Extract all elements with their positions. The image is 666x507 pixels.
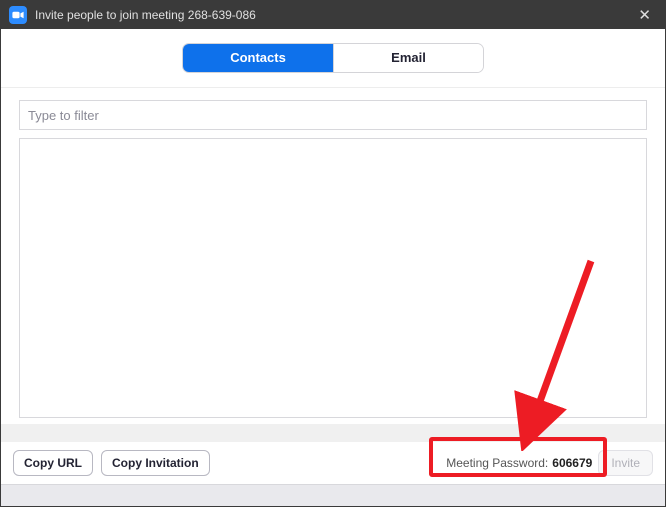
footer: Copy URL Copy Invitation Meeting Passwor… [1, 442, 665, 484]
titlebar: Invite people to join meeting 268-639-08… [1, 1, 665, 29]
bottom-strip [1, 484, 665, 506]
meeting-password-label: Meeting Password: [446, 456, 548, 470]
invite-tabs: Contacts Email [182, 43, 484, 73]
tab-contacts[interactable]: Contacts [183, 44, 333, 72]
close-icon[interactable]: ✕ [632, 6, 657, 24]
window-title: Invite people to join meeting 268-639-08… [35, 8, 632, 22]
filter-input[interactable] [19, 100, 647, 130]
meeting-password: Meeting Password: 606679 [446, 456, 592, 470]
copy-url-button[interactable]: Copy URL [13, 450, 93, 476]
zoom-app-icon [9, 6, 27, 24]
content-area [1, 88, 665, 424]
contacts-list[interactable] [19, 138, 647, 418]
tab-email[interactable]: Email [333, 44, 483, 72]
tabs-row: Contacts Email [1, 29, 665, 88]
meeting-password-value: 606679 [552, 456, 592, 470]
copy-invitation-button[interactable]: Copy Invitation [101, 450, 210, 476]
invite-button: Invite [598, 450, 653, 476]
